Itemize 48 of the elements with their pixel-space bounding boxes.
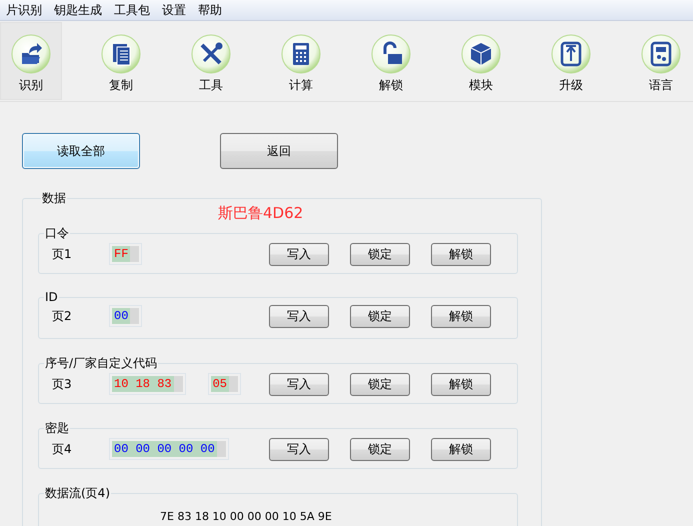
hex-field[interactable]: 00 00 00 00 00 bbox=[109, 438, 229, 460]
page-button[interactable]: 写入 bbox=[269, 372, 329, 396]
page-button[interactable]: 写入 bbox=[269, 304, 329, 328]
page-button[interactable]: 写入 bbox=[269, 242, 329, 266]
upload-icon bbox=[551, 34, 591, 74]
toolbar-button[interactable]: 升级 bbox=[540, 22, 602, 100]
group-title: 密匙 bbox=[44, 420, 70, 437]
device-icon bbox=[641, 34, 681, 74]
toolbar-button[interactable]: 语言 bbox=[630, 22, 692, 100]
chip-name: 斯巴鲁4D62 bbox=[218, 204, 304, 223]
toolbar-button[interactable]: 复制 bbox=[90, 22, 152, 100]
page-label: 页4 bbox=[52, 440, 73, 458]
page-button[interactable]: 锁定 bbox=[350, 304, 410, 328]
group-title: 序号/厂家自定义代码 bbox=[44, 355, 158, 372]
calculator-icon bbox=[281, 34, 321, 74]
menu-item[interactable]: 片识别 bbox=[0, 0, 48, 20]
page-button[interactable]: 锁定 bbox=[350, 438, 410, 460]
page-button[interactable]: 解锁 bbox=[431, 438, 491, 460]
panel-title: 数据 bbox=[41, 190, 67, 207]
tools-icon bbox=[191, 34, 231, 74]
toolbar-button[interactable]: 识别 bbox=[0, 22, 62, 100]
action-button[interactable]: 读取全部 bbox=[22, 133, 140, 169]
page-label: 页1 bbox=[52, 246, 73, 262]
hex-field[interactable]: 00 bbox=[109, 305, 142, 327]
group-title: 数据流(页4) bbox=[44, 485, 111, 502]
data-stream: 7E 83 18 10 00 00 00 10 5A 9E bbox=[160, 510, 332, 523]
action-button[interactable]: 返回 bbox=[220, 133, 338, 169]
page-button[interactable]: 解锁 bbox=[431, 372, 491, 396]
menu-item[interactable]: 帮助 bbox=[192, 0, 228, 20]
menu-item[interactable]: 钥匙生成 bbox=[48, 0, 108, 20]
page-button[interactable]: 锁定 bbox=[350, 372, 410, 396]
toolbar-button[interactable]: 计算 bbox=[270, 22, 332, 100]
cube-icon bbox=[461, 34, 501, 74]
group-title: ID bbox=[44, 290, 59, 304]
page-button[interactable]: 写入 bbox=[269, 438, 329, 460]
menu-item[interactable]: 设置 bbox=[156, 0, 192, 20]
toolbar-button[interactable]: 工具 bbox=[180, 22, 242, 100]
page-button[interactable]: 解锁 bbox=[431, 304, 491, 328]
page-label: 页3 bbox=[52, 376, 73, 392]
document-icon bbox=[101, 34, 141, 74]
menu-item[interactable]: 工具包 bbox=[108, 0, 156, 20]
toolbar-button[interactable]: 模块 bbox=[450, 22, 512, 100]
padlock-icon bbox=[371, 34, 411, 74]
group-title: 口令 bbox=[44, 225, 70, 242]
toolbar-button[interactable]: 解锁 bbox=[360, 22, 422, 100]
page-label: 页2 bbox=[52, 308, 73, 324]
page-button[interactable]: 锁定 bbox=[350, 242, 410, 266]
page-button[interactable]: 解锁 bbox=[431, 242, 491, 266]
